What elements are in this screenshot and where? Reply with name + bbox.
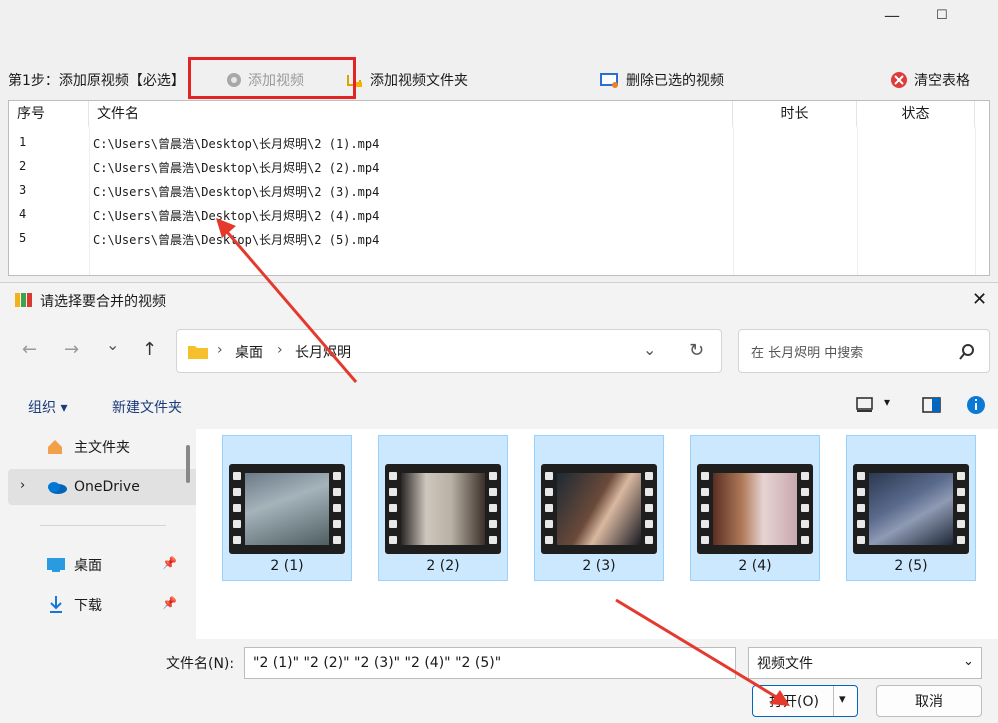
red-arrow-lower: [615, 598, 779, 700]
red-arrowhead-lower: [770, 690, 790, 706]
red-arrow-upper: [220, 225, 358, 383]
annotation-arrows: [216, 218, 790, 706]
red-arrowhead-upper: [216, 218, 236, 238]
